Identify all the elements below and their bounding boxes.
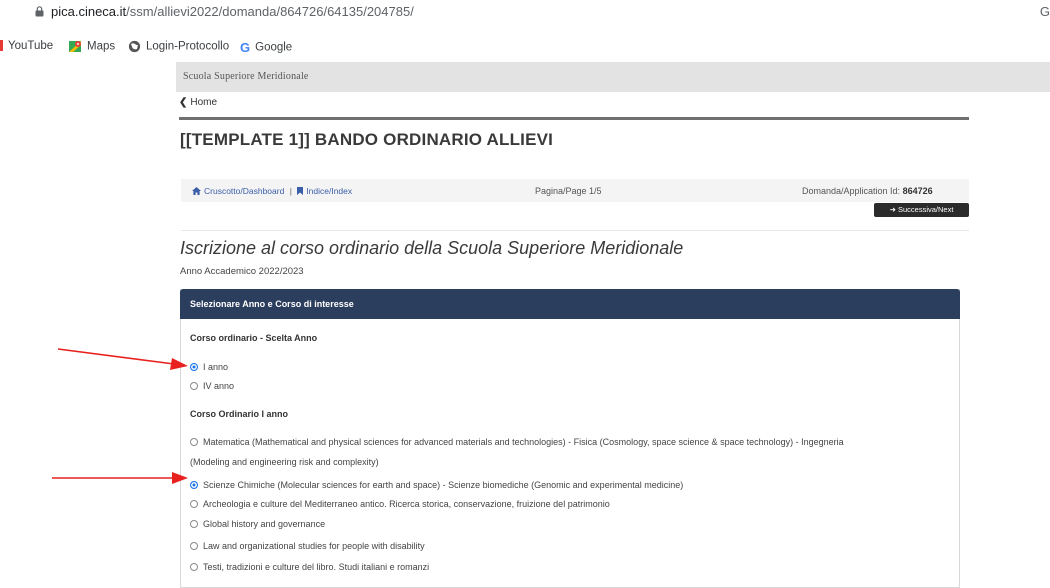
- nav-divider: |: [289, 186, 292, 196]
- radio-option-archeologia[interactable]: Archeologia e culture del Mediterraneo a…: [190, 499, 610, 509]
- radio-option-law[interactable]: Law and organizational studies for peopl…: [190, 541, 425, 551]
- panel-title: Selezionare Anno e Corso di interesse: [190, 299, 354, 309]
- browser-toolbar-edge: G: [1039, 4, 1050, 19]
- bookmark-google[interactable]: G Google: [240, 40, 292, 55]
- radio-option-global-history[interactable]: Global history and governance: [190, 519, 325, 529]
- application-id: Domanda/Application Id: 864726: [802, 186, 933, 196]
- option-continuation-text: (Modeling and engineering risk and compl…: [190, 457, 379, 467]
- maps-icon: [69, 41, 81, 52]
- radio-button[interactable]: [190, 541, 198, 550]
- page-title: [[TEMPLATE 1]] BANDO ORDINARIO ALLIEVI: [180, 130, 554, 149]
- year-group-label: Corso ordinario - Scelta Anno: [190, 333, 318, 343]
- index-link[interactable]: Indice/Index: [297, 186, 352, 196]
- radio-button-selected[interactable]: [190, 480, 198, 489]
- course-group-label: Corso Ordinario I anno: [190, 409, 289, 419]
- url-text[interactable]: pica.cineca.it/ssm/allievi2022/domanda/8…: [51, 4, 414, 19]
- bookmarks-bar: YouTube Maps Login-Protocollo G Google: [0, 34, 1050, 60]
- site-name: Scuola Superiore Meridionale: [183, 71, 309, 82]
- bookmark-login-protocollo[interactable]: Login-Protocollo: [128, 40, 229, 53]
- radio-option-iv-anno[interactable]: IV anno: [190, 381, 234, 391]
- nav-links: Cruscotto/Dashboard | Indice/Index: [192, 186, 352, 196]
- arrow-right-icon: ➜: [889, 205, 896, 214]
- bookmark-maps[interactable]: Maps: [69, 40, 115, 53]
- globe-icon: [128, 40, 141, 53]
- radio-button[interactable]: [190, 437, 198, 446]
- academic-year: Anno Accademico 2022/2023: [180, 266, 304, 277]
- radio-button[interactable]: [190, 499, 198, 508]
- home-link[interactable]: ❮ Home: [179, 97, 217, 108]
- dashboard-link[interactable]: Cruscotto/Dashboard: [192, 186, 287, 196]
- header-divider: [179, 117, 969, 120]
- home-icon: [192, 187, 201, 195]
- section-divider: [181, 230, 969, 231]
- next-button[interactable]: ➜ Successiva/Next: [874, 203, 969, 217]
- radio-option-testi[interactable]: Testi, tradizioni e culture del libro. S…: [190, 562, 429, 572]
- bookmark-youtube[interactable]: YouTube: [0, 40, 53, 52]
- form-title: Iscrizione al corso ordinario della Scuo…: [180, 238, 684, 258]
- radio-option-scienze-chimiche[interactable]: Scienze Chimiche (Molecular sciences for…: [190, 480, 683, 490]
- youtube-icon: [0, 40, 3, 52]
- annotation-arrow-course: [52, 472, 188, 484]
- google-icon: G: [240, 40, 251, 55]
- chevron-left-icon: ❮: [179, 97, 188, 108]
- annotation-arrow-year: [57, 348, 188, 370]
- radio-option-i-anno[interactable]: I anno: [190, 362, 228, 372]
- radio-button[interactable]: [190, 562, 198, 571]
- page-indicator: Pagina/Page 1/5: [535, 186, 602, 196]
- address-bar[interactable]: pica.cineca.it/ssm/allievi2022/domanda/8…: [0, 0, 1050, 24]
- bookmark-icon: [297, 187, 304, 195]
- radio-option-matematica[interactable]: Matematica (Mathematical and physical sc…: [190, 437, 844, 447]
- radio-button-selected[interactable]: [190, 362, 198, 371]
- radio-button[interactable]: [190, 381, 198, 390]
- lock-icon: [35, 6, 44, 17]
- radio-button[interactable]: [190, 519, 198, 528]
